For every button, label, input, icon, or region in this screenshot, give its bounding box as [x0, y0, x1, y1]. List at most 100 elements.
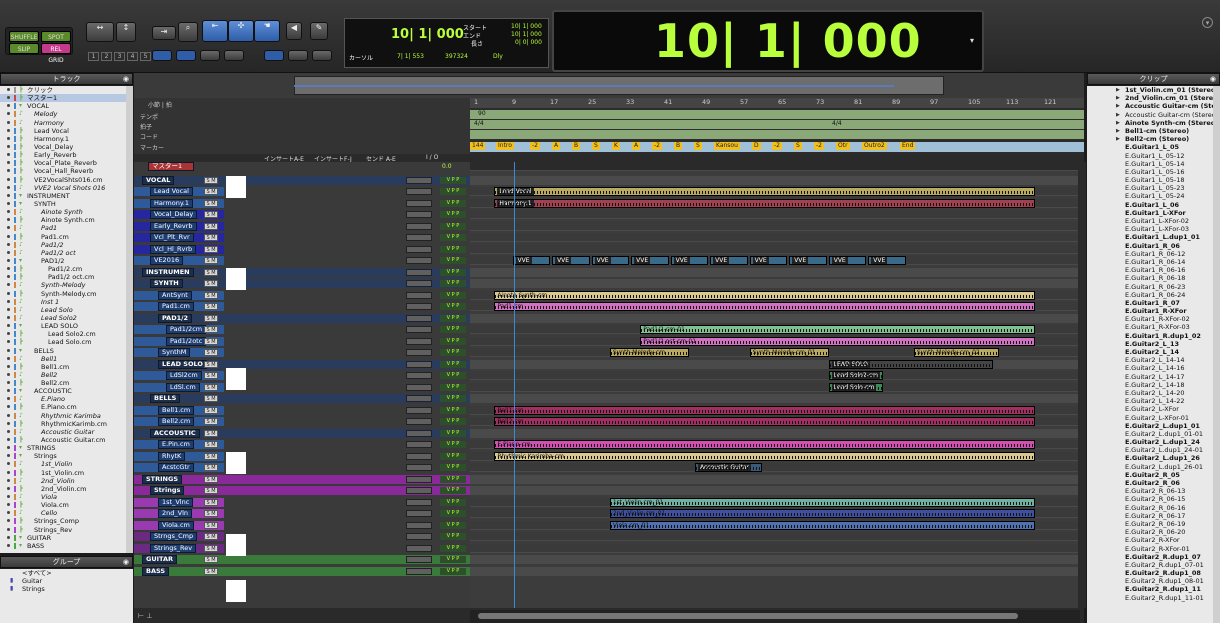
- visibility-dot[interactable]: [7, 348, 10, 352]
- solo-mute-buttons[interactable]: S M: [204, 211, 218, 218]
- tempo-ruler[interactable]: 90: [470, 110, 1084, 119]
- solo-mute-buttons[interactable]: S M: [204, 176, 218, 184]
- solo-mute-buttons[interactable]: S M: [204, 556, 218, 563]
- visibility-dot[interactable]: [7, 454, 10, 458]
- selector-tool-icon[interactable]: ✣: [228, 20, 254, 42]
- track-list-item[interactable]: ┣ クリック: [0, 86, 126, 94]
- track-name[interactable]: Vcl_Hl_Rvrb: [150, 244, 197, 254]
- track-name[interactable]: BASS: [142, 566, 170, 576]
- clip-list-item[interactable]: E.Guitar1_L_05-18: [1087, 176, 1220, 184]
- solo-mute-buttons[interactable]: S M: [204, 441, 218, 448]
- edit-track-row[interactable]: Pad1/2cm S M V P P: [134, 325, 470, 334]
- voice-selector[interactable]: V P P: [440, 487, 466, 494]
- track-name[interactable]: Vcl_Plt_Rvr: [150, 233, 194, 242]
- visibility-dot[interactable]: [7, 429, 10, 433]
- voice-selector[interactable]: V P P: [440, 280, 466, 287]
- audio-clip[interactable]: VVE: [749, 256, 788, 265]
- clip-list-item[interactable]: E.Guitar2_L.dup1_24: [1087, 438, 1220, 446]
- clip-list-item[interactable]: E.Guitar2_R_06: [1087, 479, 1220, 487]
- visibility-dot[interactable]: [7, 275, 10, 279]
- visibility-dot[interactable]: [7, 519, 10, 523]
- marker[interactable]: Otr: [836, 142, 850, 150]
- end-value[interactable]: 10| 1| 000: [511, 31, 542, 38]
- audio-clip[interactable]: VVE: [828, 256, 867, 265]
- marker[interactable]: B: [674, 142, 683, 150]
- solo-mute-buttons[interactable]: S M: [204, 383, 218, 391]
- track-list-item[interactable]: ♪ Synth-Melody: [0, 281, 126, 289]
- io-selector[interactable]: [406, 418, 432, 425]
- clip-list-item[interactable]: E.Guitar2_R_06-19: [1087, 520, 1220, 528]
- zoom-vertical-button[interactable]: ↕: [116, 22, 136, 42]
- io-selector[interactable]: [406, 429, 432, 437]
- track-list-item[interactable]: ┣ Strings_Comp: [0, 517, 126, 525]
- solo-mute-buttons[interactable]: S M: [204, 245, 218, 253]
- track-name[interactable]: 1st_Vlnc: [158, 497, 194, 507]
- clip-list-item[interactable]: E.Guitar1_L_06: [1087, 201, 1220, 209]
- io-selector[interactable]: [406, 245, 432, 253]
- clip-list-item[interactable]: E.Guitar2_R_05: [1087, 471, 1220, 479]
- zoom-preset-2[interactable]: 2: [101, 52, 112, 61]
- track-list-item[interactable]: ♪ 1st_Violin: [0, 460, 126, 468]
- auto-scroll-button[interactable]: [288, 50, 308, 61]
- edit-track-row[interactable]: AcstcGtr S M V P P: [134, 463, 470, 472]
- visibility-dot[interactable]: [7, 185, 10, 189]
- zoom-preset-1[interactable]: 1: [88, 52, 99, 61]
- magnify-icon[interactable]: ⌕: [178, 22, 198, 42]
- edit-track-row[interactable]: Vcl_Hl_Rvrb S M V P P: [134, 244, 470, 254]
- clip-list-item[interactable]: E.Guitar2_L_14-16: [1087, 364, 1220, 372]
- visibility-dot[interactable]: [7, 234, 10, 238]
- visibility-dot[interactable]: [7, 535, 10, 539]
- edit-track-row[interactable]: AntSynt S M V P P: [134, 290, 470, 300]
- bar-ruler[interactable]: 1 9 17 25 33 41 49 57 65 73 81 89 97 105 113 121: [470, 98, 1084, 108]
- track-name[interactable]: ACCOUSTIC: [150, 428, 200, 438]
- clip-list-item[interactable]: ▶ 1st_Violin.cm_01 (Stereo): [1087, 86, 1220, 94]
- trim-tool-icon[interactable]: ⇤: [202, 20, 228, 42]
- edit-track-row[interactable]: Strings_Rev S M V P P: [134, 543, 470, 553]
- solo-mute-buttons[interactable]: S M: [204, 372, 218, 379]
- edit-track-row[interactable]: 2nd_Vln S M V P P: [134, 509, 470, 518]
- zoomer-tool-icon[interactable]: ⇥: [152, 26, 176, 40]
- solo-mute-buttons[interactable]: S M: [204, 257, 218, 264]
- track-name[interactable]: Harmony.1: [150, 198, 193, 208]
- insert-follow-button[interactable]: [224, 50, 244, 61]
- marker[interactable]: A: [632, 142, 641, 150]
- audio-clip[interactable]: 1st_Violin.cm_01: [609, 497, 1036, 507]
- clip-list-item[interactable]: ▶ Accoustic Guitar-cm (Stereo): [1087, 111, 1220, 119]
- clip-list-item[interactable]: E.Guitar1_R_06-16: [1087, 266, 1220, 274]
- clip-list-item[interactable]: ▶ Ainote Synth-cm (Stereo): [1087, 119, 1220, 127]
- track-name[interactable]: E.Pin.cm: [158, 440, 194, 449]
- master-track-name[interactable]: マスター1: [148, 162, 194, 171]
- clip-list-item[interactable]: E.Guitar2_R_06-17: [1087, 512, 1220, 520]
- clip-list-item[interactable]: E.Guitar2_R.dup1_07-01: [1087, 561, 1220, 569]
- clip-list-item[interactable]: E.Guitar1_L_05-23: [1087, 184, 1220, 192]
- track-list-item[interactable]: ┣ Accoustic Guitar.cm: [0, 436, 126, 444]
- voice-selector[interactable]: V P P: [440, 234, 466, 241]
- visibility-dot[interactable]: [7, 210, 10, 214]
- marker[interactable]: A: [552, 142, 561, 150]
- edit-track-row[interactable]: SynthM S M V P P: [134, 348, 470, 357]
- clip-list-item[interactable]: E.Guitar2_L_14-14: [1087, 356, 1220, 364]
- io-selector[interactable]: [406, 567, 432, 575]
- clip-list-item[interactable]: E.Guitar2_R-XFor: [1087, 536, 1220, 544]
- marker[interactable]: -2: [814, 142, 824, 150]
- group-item[interactable]: ▮ Strings: [0, 585, 133, 593]
- clip-list-item[interactable]: E.Guitar2_R.dup1_08: [1087, 569, 1220, 577]
- marker[interactable]: S: [694, 142, 702, 150]
- track-list-item[interactable]: ┣ Lead Vocal: [0, 127, 126, 135]
- io-selector[interactable]: [406, 395, 432, 402]
- tab-to-transient-button[interactable]: [264, 50, 284, 61]
- audio-clip[interactable]: VVE: [789, 256, 827, 265]
- audio-clip[interactable]: Synth-Melody-cm_02: [913, 348, 999, 357]
- solo-mute-buttons[interactable]: S M: [204, 222, 218, 230]
- visibility-dot[interactable]: [7, 527, 10, 531]
- io-selector[interactable]: [406, 199, 432, 207]
- track-name[interactable]: BELLS: [150, 394, 181, 403]
- voice-selector[interactable]: V P P: [440, 349, 466, 356]
- track-list-item[interactable]: ┣ Bell2.cm: [0, 379, 126, 387]
- visibility-dot[interactable]: [7, 413, 10, 417]
- clip-list-item[interactable]: E.Guitar1_R-XFor-03: [1087, 323, 1220, 331]
- clip-list-item[interactable]: E.Guitar1_L_05-12: [1087, 152, 1220, 160]
- solo-mute-buttons[interactable]: S M: [204, 498, 218, 506]
- voice-selector[interactable]: V P P: [440, 372, 466, 379]
- voice-selector[interactable]: V P P: [440, 521, 466, 529]
